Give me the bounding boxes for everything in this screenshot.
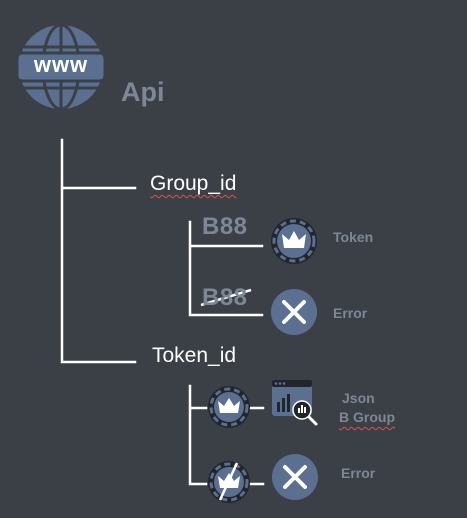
trunk-line [60,138,137,364]
b88-badge: B88 [202,213,248,240]
token-result-label: Token [333,229,374,245]
token-id-label: Token_id [152,344,237,367]
json-result-label: Json [342,390,375,406]
b-group-result-label: B Group [339,409,395,425]
json-chart-icon [272,380,318,426]
error-result-label: Error [333,305,368,321]
close-icon [272,454,318,500]
close-icon [271,289,317,335]
root-title: Api [121,77,165,107]
crown-icon [271,218,317,264]
group-id-label: Group_id [150,172,237,195]
crown-icon [208,386,250,428]
globe-text: www [33,52,89,77]
error-result-label: Error [341,465,376,481]
b88-badge-struck: B88 [202,284,248,311]
